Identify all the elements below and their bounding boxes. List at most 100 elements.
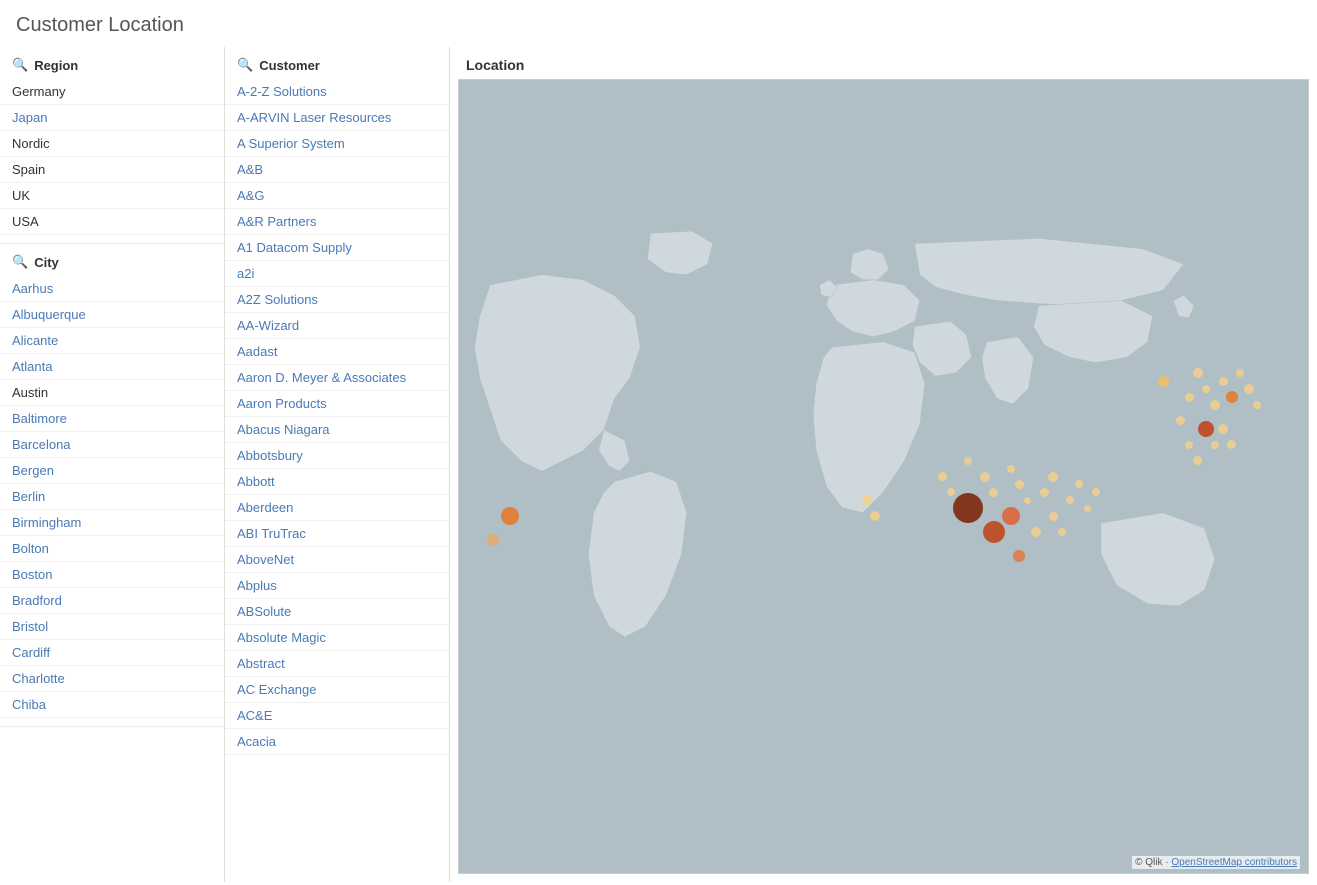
map-bubble	[487, 534, 499, 546]
city-list-item[interactable]: Boston	[0, 562, 224, 588]
openstreetmap-link[interactable]: OpenStreetMap contributors	[1171, 857, 1297, 868]
region-list-item[interactable]: USA	[0, 209, 224, 235]
customer-list-item[interactable]: Aadast	[225, 339, 449, 365]
region-list-item[interactable]: Germany	[0, 79, 224, 105]
map-bubble	[1176, 416, 1185, 425]
map-bubble	[1024, 497, 1031, 504]
map-bubble	[980, 472, 990, 482]
customer-list-item[interactable]: ABI TruTrac	[225, 521, 449, 547]
map-bubble	[870, 511, 880, 521]
customer-list-item[interactable]: Abacus Niagara	[225, 417, 449, 443]
customer-list-item[interactable]: AA-Wizard	[225, 313, 449, 339]
map-bubble	[1185, 393, 1194, 402]
map-bubble	[1193, 456, 1202, 465]
customer-list-item[interactable]: Aaron D. Meyer & Associates	[225, 365, 449, 391]
city-list-item[interactable]: Barcelona	[0, 432, 224, 458]
map-bubble	[1211, 441, 1219, 449]
map-bubble	[953, 493, 983, 523]
map-bubble	[1092, 488, 1100, 496]
city-list-item[interactable]: Chiba	[0, 692, 224, 718]
city-list-item[interactable]: Bristol	[0, 614, 224, 640]
region-list-item[interactable]: Nordic	[0, 131, 224, 157]
map-bubble	[1210, 400, 1220, 410]
customer-filter-panel: 🔍 Customer A-2-Z SolutionsA-ARVIN Laser …	[225, 47, 450, 882]
map-attribution: © Qlik · OpenStreetMap contributors	[1132, 856, 1300, 869]
region-filter-header: 🔍 Region	[0, 47, 224, 79]
map-bubble	[1193, 368, 1203, 378]
map-bubble	[1007, 465, 1015, 473]
region-list-item[interactable]: UK	[0, 183, 224, 209]
region-list-item[interactable]: Spain	[0, 157, 224, 183]
customer-list-item[interactable]: A-ARVIN Laser Resources	[225, 105, 449, 131]
customer-list-item[interactable]: ABSolute	[225, 599, 449, 625]
map-bubble	[947, 488, 955, 496]
customer-list-item[interactable]: A Superior System	[225, 131, 449, 157]
city-list-item[interactable]: Bergen	[0, 458, 224, 484]
map-bubble	[1202, 385, 1210, 393]
region-filter-label: Region	[34, 58, 78, 73]
customer-list-item[interactable]: A-2-Z Solutions	[225, 79, 449, 105]
map-bubble	[501, 507, 519, 525]
map-bubble	[989, 488, 998, 497]
city-list-item[interactable]: Atlanta	[0, 354, 224, 380]
customer-list-item[interactable]: Abbott	[225, 469, 449, 495]
city-list-item[interactable]: Birmingham	[0, 510, 224, 536]
customer-search-icon: 🔍	[237, 57, 253, 73]
map-bubble	[1084, 505, 1091, 512]
city-list-item[interactable]: Cardiff	[0, 640, 224, 666]
customer-list-item[interactable]: AC Exchange	[225, 677, 449, 703]
map-bubble	[1075, 480, 1083, 488]
city-list-item[interactable]: Charlotte	[0, 666, 224, 692]
customer-list-item[interactable]: AboveNet	[225, 547, 449, 573]
city-list-item[interactable]: Alicante	[0, 328, 224, 354]
map-bubble	[1040, 488, 1049, 497]
customer-filter-header: 🔍 Customer	[225, 47, 449, 79]
map-bubble	[1198, 421, 1214, 437]
city-list-item[interactable]: Bradford	[0, 588, 224, 614]
map-bubble	[1236, 369, 1244, 377]
customer-list-item[interactable]: Absolute Magic	[225, 625, 449, 651]
map-bubble	[1185, 441, 1193, 449]
map-bubble	[938, 472, 947, 481]
city-list-item[interactable]: Baltimore	[0, 406, 224, 432]
map-bubble	[983, 521, 1005, 543]
city-list-item[interactable]: Austin	[0, 380, 224, 406]
map-bubble	[1219, 377, 1228, 386]
region-filter-section: 🔍 Region GermanyJapanNordicSpainUKUSA	[0, 47, 224, 244]
customer-list-item[interactable]: a2i	[225, 261, 449, 287]
customer-list-item[interactable]: A1 Datacom Supply	[225, 235, 449, 261]
customer-list-item[interactable]: Abplus	[225, 573, 449, 599]
map-bubble	[1058, 528, 1066, 536]
city-list-item[interactable]: Berlin	[0, 484, 224, 510]
page-title: Customer Location	[0, 0, 1317, 47]
map-bubble	[1015, 480, 1024, 489]
map-bubble	[1002, 507, 1020, 525]
map-container: © Qlik · OpenStreetMap contributors	[458, 79, 1309, 874]
city-list-item[interactable]: Aarhus	[0, 276, 224, 302]
map-bubble	[1049, 512, 1058, 521]
customer-list-item[interactable]: A&R Partners	[225, 209, 449, 235]
map-bubble	[1253, 401, 1261, 409]
left-filter-panel: 🔍 Region GermanyJapanNordicSpainUKUSA 🔍 …	[0, 47, 225, 882]
map-bubble	[1048, 472, 1058, 482]
customer-list-item[interactable]: A&G	[225, 183, 449, 209]
region-search-icon: 🔍	[12, 57, 28, 73]
customer-list-item[interactable]: Abbotsbury	[225, 443, 449, 469]
map-bubbles-container	[459, 80, 1308, 873]
map-bubble	[862, 495, 872, 505]
city-list-item[interactable]: Albuquerque	[0, 302, 224, 328]
customer-list-item[interactable]: Abstract	[225, 651, 449, 677]
customer-list-item[interactable]: A&B	[225, 157, 449, 183]
customer-filter-label: Customer	[259, 58, 320, 73]
customer-list-item[interactable]: Aaron Products	[225, 391, 449, 417]
customer-list-item[interactable]: A2Z Solutions	[225, 287, 449, 313]
map-bubble	[1226, 391, 1238, 403]
region-list-item[interactable]: Japan	[0, 105, 224, 131]
city-list-item[interactable]: Bolton	[0, 536, 224, 562]
customer-list-item[interactable]: AC&E	[225, 703, 449, 729]
map-bubble	[1031, 527, 1041, 537]
customer-list-item[interactable]: Aberdeen	[225, 495, 449, 521]
city-filter-section: 🔍 City AarhusAlbuquerqueAlicanteAtlantaA…	[0, 244, 224, 727]
customer-list-item[interactable]: Acacia	[225, 729, 449, 755]
city-search-icon: 🔍	[12, 254, 28, 270]
